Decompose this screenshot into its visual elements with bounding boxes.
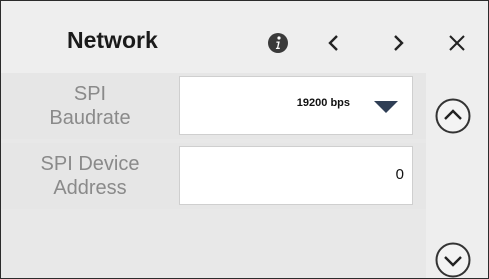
chevron-down-circle-icon xyxy=(435,242,471,278)
chevron-right-icon xyxy=(394,35,404,51)
scroll-down-button[interactable] xyxy=(434,241,472,278)
setting-row-spi-baudrate: SPI Baudrate 19200 bps xyxy=(1,73,426,139)
close-button[interactable] xyxy=(441,27,473,59)
chevron-left-icon xyxy=(328,35,338,51)
input-value: 0 xyxy=(395,166,404,183)
setting-label: SPI Device Address xyxy=(40,153,140,199)
device-address-input[interactable]: 0 xyxy=(179,146,413,205)
empty-row xyxy=(1,213,426,278)
scroll-column xyxy=(426,73,488,278)
dropdown-caret-icon xyxy=(374,101,398,113)
next-button[interactable] xyxy=(382,27,414,59)
page-title: Network xyxy=(67,27,158,53)
close-icon xyxy=(449,35,465,51)
setting-label: SPI Baudrate xyxy=(49,83,131,129)
scroll-up-button[interactable] xyxy=(434,97,472,135)
header: Network xyxy=(1,1,488,73)
baudrate-select[interactable]: 19200 bps xyxy=(179,76,413,135)
settings-list: SPI Baudrate 19200 bps SPI Device Addres… xyxy=(1,73,426,278)
chevron-up-circle-icon xyxy=(435,98,471,134)
previous-button[interactable] xyxy=(318,27,350,59)
network-settings-panel: Network SPI Baudrate 19200 bps SPI Devic… xyxy=(0,0,489,279)
setting-row-spi-device-address: SPI Device Address 0 xyxy=(1,143,426,209)
info-icon xyxy=(268,33,288,53)
info-button[interactable] xyxy=(262,27,294,59)
select-value: 19200 bps xyxy=(296,97,350,109)
